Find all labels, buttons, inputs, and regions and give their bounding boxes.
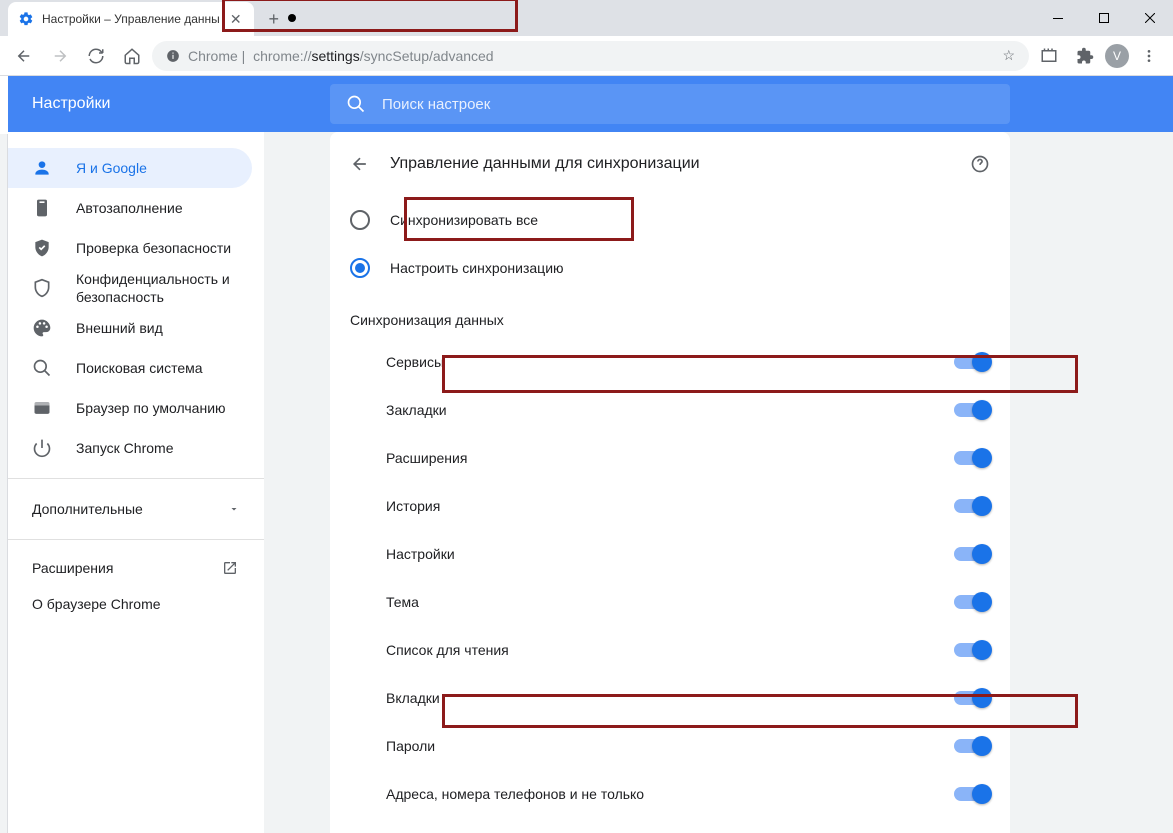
page-header: Управление данными для синхронизации [330, 132, 1010, 196]
content-area: Управление данными для синхронизации Син… [264, 132, 1173, 833]
toggle-switch[interactable] [954, 355, 990, 369]
sidebar-item-autofill[interactable]: Автозаполнение [8, 188, 252, 228]
settings-header: Настройки Поиск настроек [8, 76, 1173, 132]
forward-button[interactable] [44, 40, 76, 72]
extensions-button[interactable] [1033, 40, 1065, 72]
maximize-button[interactable] [1081, 0, 1127, 36]
toggle-switch[interactable] [954, 451, 990, 465]
search-placeholder: Поиск настроек [382, 96, 490, 113]
minimize-button[interactable] [1035, 0, 1081, 36]
sidebar-extensions-link[interactable]: Расширения [8, 550, 264, 586]
sidebar-advanced[interactable]: Дополнительные [8, 489, 264, 529]
sidebar-item-privacy[interactable]: Конфиденциальность и безопасность [8, 268, 252, 308]
toggle-switch[interactable] [954, 547, 990, 561]
puzzle-icon[interactable] [1069, 40, 1101, 72]
section-title: Синхронизация данных [330, 292, 1010, 338]
sidebar-about-link[interactable]: О браузере Chrome [8, 586, 264, 622]
person-icon [32, 158, 52, 178]
radio-sync-all[interactable]: Синхронизировать все [330, 196, 1010, 244]
window-titlebar: Настройки – Управление данны ✕ + [0, 0, 1173, 36]
sidebar-item-appearance[interactable]: Внешний вид [8, 308, 252, 348]
background-sliver [0, 134, 8, 833]
account-indicator-icon [288, 14, 296, 22]
help-icon[interactable] [970, 154, 990, 174]
close-icon[interactable]: ✕ [228, 11, 244, 27]
toggle-bookmarks: Закладки [330, 386, 1010, 434]
chevron-down-icon [228, 503, 240, 515]
toggle-switch[interactable] [954, 403, 990, 417]
toggle-switch[interactable] [954, 691, 990, 705]
clipboard-icon [32, 198, 52, 218]
sidebar-item-you-and-google[interactable]: Я и Google [8, 148, 252, 188]
power-icon [32, 438, 52, 458]
toggle-tabs: Вкладки [330, 674, 1010, 722]
toggle-apps: Сервисы [330, 338, 1010, 386]
toggle-switch[interactable] [954, 643, 990, 657]
toggle-theme: Тема [330, 578, 1010, 626]
radio-unchecked-icon [350, 210, 370, 230]
browser-icon [32, 398, 52, 418]
toggle-switch[interactable] [954, 739, 990, 753]
tab-title: Настройки – Управление данны [42, 12, 220, 26]
external-link-icon [222, 560, 238, 576]
back-button[interactable] [8, 40, 40, 72]
toggle-switch[interactable] [954, 595, 990, 609]
toggle-switch[interactable] [954, 499, 990, 513]
close-window-button[interactable] [1127, 0, 1173, 36]
sidebar-item-search[interactable]: Поисковая система [8, 348, 252, 388]
site-info-icon[interactable] [166, 49, 180, 63]
sidebar-item-startup[interactable]: Запуск Chrome [8, 428, 252, 468]
main-layout: Я и Google Автозаполнение Проверка безоп… [8, 132, 1173, 833]
toggle-switch[interactable] [954, 787, 990, 801]
sidebar-item-default-browser[interactable]: Браузер по умолчанию [8, 388, 252, 428]
url-text: Chrome | chrome:// settings /syncSetup/a… [188, 48, 494, 64]
toggle-settings: Настройки [330, 530, 1010, 578]
radio-checked-icon [350, 258, 370, 278]
bookmark-star-icon[interactable]: ☆ [1002, 47, 1015, 64]
shield-check-icon [32, 238, 52, 258]
address-bar[interactable]: Chrome | chrome:// settings /syncSetup/a… [152, 41, 1029, 71]
browser-tab[interactable]: Настройки – Управление данны ✕ [8, 2, 254, 36]
sidebar-divider [8, 539, 264, 540]
content-card: Управление данными для синхронизации Син… [330, 132, 1010, 833]
menu-button[interactable] [1133, 40, 1165, 72]
window-controls [1035, 0, 1173, 36]
profile-avatar[interactable]: V [1105, 44, 1129, 68]
settings-title: Настройки [8, 95, 330, 113]
page-title: Управление данными для синхронизации [390, 155, 700, 173]
home-button[interactable] [116, 40, 148, 72]
toggle-extensions: Расширения [330, 434, 1010, 482]
toggle-history: История [330, 482, 1010, 530]
search-icon [32, 358, 52, 378]
search-settings-input[interactable]: Поиск настроек [330, 84, 1010, 124]
radio-customize-sync[interactable]: Настроить синхронизацию [330, 244, 1010, 292]
sidebar-divider [8, 478, 264, 479]
sidebar-item-safety[interactable]: Проверка безопасности [8, 228, 252, 268]
browser-toolbar: Chrome | chrome:// settings /syncSetup/a… [0, 36, 1173, 76]
settings-sidebar: Я и Google Автозаполнение Проверка безоп… [8, 132, 264, 833]
gear-icon [18, 11, 34, 27]
palette-icon [32, 318, 52, 338]
search-icon [346, 94, 366, 114]
new-tab-button[interactable]: + [260, 5, 288, 33]
toggle-passwords: Пароли [330, 722, 1010, 770]
shield-icon [32, 278, 52, 298]
reload-button[interactable] [80, 40, 112, 72]
back-arrow-icon[interactable] [350, 154, 370, 174]
toggle-reading-list: Список для чтения [330, 626, 1010, 674]
toggle-addresses: Адреса, номера телефонов и не только [330, 770, 1010, 818]
